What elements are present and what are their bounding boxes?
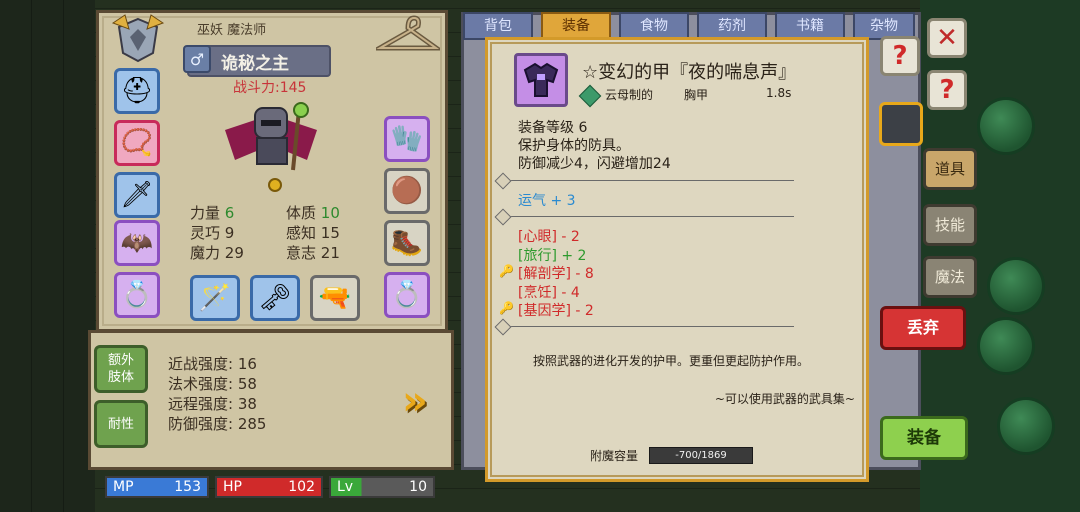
ring-slot[interactable]: 💍 <box>114 272 160 318</box>
item-name: ☆变幻的甲『夜的喘息声』 <box>582 62 797 83</box>
skill-modifier: [旅行] + 2 <box>518 248 587 264</box>
separator <box>500 326 794 327</box>
skill-modifier: [基因学] - 2 <box>518 303 594 319</box>
spell-strength: 法术强度: 58 <box>168 375 257 393</box>
separator <box>500 180 794 181</box>
skill-modifier: [烹饪] - 4 <box>518 285 580 301</box>
tree <box>1000 400 1052 452</box>
staff-slot[interactable]: 🪄 <box>190 275 240 321</box>
background-left <box>0 0 95 512</box>
helmet-slot[interactable]: ⛑ <box>114 68 160 114</box>
melee-strength: 近战强度: 16 <box>168 355 257 373</box>
luck-bonus: 运气 + 3 <box>518 193 576 209</box>
stat-magic: 魔力 29 <box>190 244 244 262</box>
hp-bar: HP 102 <box>215 476 323 498</box>
tab-items[interactable]: 道具 <box>923 148 977 190</box>
skill-modifier: [心眼] - 2 <box>518 229 580 245</box>
help-icon[interactable]: ? <box>927 70 967 110</box>
stat-constitution: 体质 10 <box>286 204 340 222</box>
amulet-slot[interactable]: 📿 <box>114 120 160 166</box>
item-level: 装备等级 6 <box>518 120 588 136</box>
resistance-button[interactable]: 耐性 <box>94 400 148 448</box>
armor-slot[interactable]: 🦇 <box>114 220 160 266</box>
enchant-capacity-bar: -700/1869 <box>649 447 753 464</box>
equip-button[interactable]: 装备 <box>880 416 968 460</box>
ranged-strength: 远程强度: 38 <box>168 395 257 413</box>
character-sprite <box>215 100 327 175</box>
separator <box>500 216 794 217</box>
tab-skills[interactable]: 技能 <box>923 204 977 246</box>
item-slot: 胸甲 <box>684 88 709 102</box>
item-material: 云母制的 <box>605 88 654 102</box>
enchant-capacity-label: 附魔容量 <box>590 449 639 463</box>
coin-icon <box>268 178 282 192</box>
tab-equipment[interactable]: 装备 <box>541 12 611 40</box>
skill-modifier: [解剖学] - 8 <box>518 266 594 282</box>
key-icon: 🔑 <box>499 264 514 278</box>
tab-bag[interactable]: 背包 <box>463 12 533 40</box>
tree <box>980 320 1032 372</box>
stat-perception: 感知 15 <box>286 224 340 242</box>
mp-bar: MP 153 <box>105 476 209 498</box>
tab-book[interactable]: 书籍 <box>775 12 845 40</box>
help-icon[interactable]: ? <box>880 36 920 76</box>
tree <box>990 260 1042 312</box>
ring-slot-2[interactable]: 💍 <box>384 272 430 318</box>
tab-food[interactable]: 食物 <box>619 12 689 40</box>
character-title: 诡秘之主 <box>221 54 289 74</box>
item-description: 保护身体的防具。 <box>518 138 630 154</box>
close-icon[interactable]: ✕ <box>927 18 967 58</box>
item-flavor-text: 按照武器的进化开发的护甲。更重但更起防护作用。 <box>533 354 810 368</box>
belt-slot[interactable]: 🟤 <box>384 168 430 214</box>
item-effect: 防御减少4，闪避增加24 <box>518 156 671 172</box>
selected-slot[interactable] <box>879 102 923 146</box>
combat-power: 战斗力:145 <box>233 80 307 96</box>
tab-potion[interactable]: 药剂 <box>697 12 767 40</box>
defense-strength: 防御强度: 285 <box>168 415 267 433</box>
drop-button[interactable]: 丢弃 <box>880 306 966 350</box>
cloak-slot[interactable]: 🧤 <box>384 116 430 162</box>
weapon-slot[interactable]: 🗡 <box>114 172 160 218</box>
tree <box>980 100 1032 152</box>
next-arrow-icon[interactable]: » <box>402 381 446 421</box>
tab-magic[interactable]: 魔法 <box>923 256 977 298</box>
key-icon: 🔑 <box>499 301 514 315</box>
hanger-icon[interactable] <box>370 12 444 56</box>
class-label: 巫妖 魔法师 <box>197 23 267 38</box>
extra-limbs-button[interactable]: 额外 肢体 <box>94 345 148 393</box>
boots-slot[interactable]: 🥾 <box>384 220 430 266</box>
rank-emblem-icon <box>109 13 167 63</box>
ranged-slot[interactable]: 🔫 <box>310 275 360 321</box>
item-weight: 1.8s <box>766 86 792 100</box>
item-source: ~可以使用武器的武具集~ <box>714 392 855 406</box>
level-bar: Lv 10 <box>329 476 435 498</box>
stat-will: 意志 21 <box>286 244 340 262</box>
armor-item-icon <box>514 53 568 107</box>
male-icon: ♂ <box>183 45 211 73</box>
stat-strength: 力量 6 <box>190 204 235 222</box>
stat-dexterity: 灵巧 9 <box>190 224 235 242</box>
offhand-slot[interactable]: 🗝 <box>250 275 300 321</box>
